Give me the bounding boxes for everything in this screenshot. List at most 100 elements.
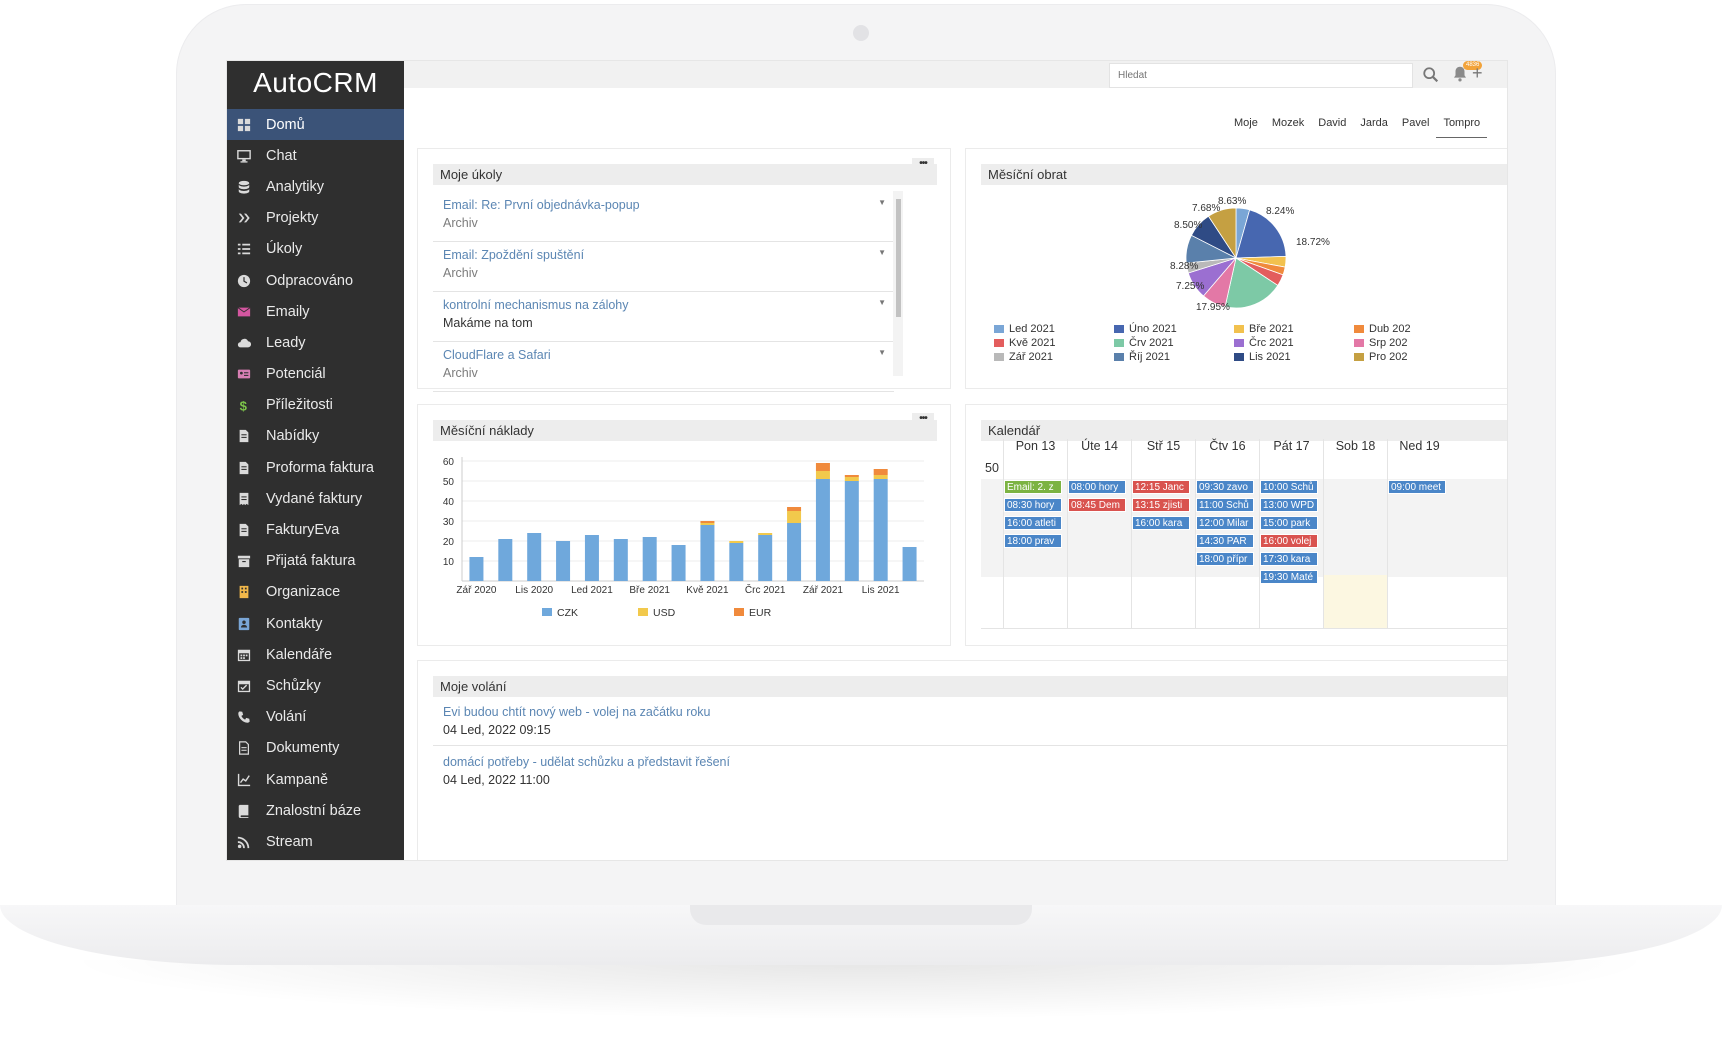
legend-item[interactable]: Pro 202	[1354, 351, 1408, 363]
bar-usd[interactable]	[787, 511, 802, 523]
bar-czk[interactable]	[729, 543, 744, 581]
user-tab[interactable]: Moje	[1227, 115, 1265, 138]
calendar-event[interactable]: 08:00 hory	[1068, 480, 1126, 494]
bar-eur[interactable]	[873, 469, 888, 475]
calendar-event[interactable]: 16:00 volej	[1260, 534, 1318, 548]
calendar-event[interactable]: 16:00 atleti	[1004, 516, 1062, 530]
calendar-event[interactable]: 17:30 kara	[1260, 552, 1318, 566]
calendar-day-column[interactable]	[1323, 458, 1388, 629]
sidebar-item[interactable]: Organizace	[227, 577, 404, 608]
calendar-day-header[interactable]: Čtv 16	[1195, 439, 1259, 458]
calendar-event[interactable]: 08:30 hory	[1004, 498, 1062, 512]
task-item[interactable]: Email: Re: První objednávka-popup Archiv ▼	[433, 192, 894, 242]
bar-eur[interactable]	[844, 475, 859, 477]
calendar-event[interactable]: 14:30 PAR	[1196, 534, 1254, 548]
sidebar-item[interactable]: FakturyEva	[227, 514, 404, 545]
task-title[interactable]: Email: Re: První objednávka-popup	[443, 198, 640, 212]
sidebar-item[interactable]: Emaily	[227, 296, 404, 327]
bar-czk[interactable]	[844, 481, 859, 581]
sidebar-item[interactable]: Úkoly	[227, 234, 404, 265]
task-dropdown-icon[interactable]: ▼	[878, 298, 886, 307]
task-dropdown-icon[interactable]: ▼	[878, 348, 886, 357]
sidebar-item[interactable]: Kalendáře	[227, 639, 404, 670]
bar-czk[interactable]	[700, 525, 715, 581]
calendar-event[interactable]: 12:00 Milar	[1196, 516, 1254, 530]
sidebar-item[interactable]: Analytiky	[227, 171, 404, 202]
legend-label[interactable]: CZK	[557, 607, 578, 619]
calendar-event[interactable]: 18:00 přípr	[1196, 552, 1254, 566]
bar-czk[interactable]	[642, 537, 657, 581]
legend-label[interactable]: EUR	[749, 607, 772, 619]
sidebar-item[interactable]: Chat	[227, 140, 404, 171]
task-title[interactable]: kontrolní mechanismus na zálohy	[443, 298, 629, 312]
task-scrollbar[interactable]	[893, 191, 903, 376]
sidebar-item[interactable]: Kontakty	[227, 608, 404, 639]
legend-item[interactable]: Úno 2021	[1114, 323, 1177, 335]
costs-menu-button[interactable]: •••	[912, 413, 934, 433]
task-item[interactable]: CloudFlare a Safari Archiv ▼	[433, 342, 894, 392]
calendar-event[interactable]: 16:00 kara	[1132, 516, 1190, 530]
task-dropdown-icon[interactable]: ▼	[878, 198, 886, 207]
sidebar-item[interactable]: Projekty	[227, 203, 404, 234]
bar-usd[interactable]	[873, 475, 888, 479]
sidebar-item[interactable]: Proforma faktura	[227, 452, 404, 483]
tasks-menu-button[interactable]: •••	[912, 158, 934, 178]
sidebar-item[interactable]: Odpracováno	[227, 265, 404, 296]
calendar-event[interactable]: 19:30 Maté	[1260, 570, 1318, 584]
bar-czk[interactable]	[787, 523, 802, 581]
task-item[interactable]: kontrolní mechanismus na zálohy Makáme na…	[433, 292, 894, 342]
sidebar-item[interactable]: Dokumenty	[227, 733, 404, 764]
bar-usd[interactable]	[758, 533, 773, 535]
sidebar-item[interactable]: Potenciál	[227, 359, 404, 390]
sidebar-item[interactable]: Domů	[227, 109, 404, 141]
bar-czk[interactable]	[469, 557, 484, 581]
legend-item[interactable]: Zář 2021	[994, 351, 1053, 363]
calendar-day-header[interactable]: Ned 19	[1387, 439, 1451, 458]
legend-item[interactable]: Dub 202	[1354, 323, 1411, 335]
calendar-day-header[interactable]: Pon 13	[1003, 439, 1067, 458]
sidebar-item[interactable]: $ Příležitosti	[227, 390, 404, 421]
sidebar-item[interactable]: Kampaně	[227, 764, 404, 795]
calendar-day-header[interactable]: Úte 14	[1067, 439, 1131, 458]
bar-czk[interactable]	[873, 479, 888, 581]
calendar-event[interactable]: 09:30 zavo	[1196, 480, 1254, 494]
task-title[interactable]: Email: Zpoždění spuštění	[443, 248, 584, 262]
calendar-event[interactable]: 13:00 WPD	[1260, 498, 1318, 512]
calendar-day-header[interactable]: Pát 17	[1259, 439, 1323, 458]
calendar-event[interactable]: 09:00 meet	[1388, 480, 1446, 494]
sidebar-item[interactable]: Leady	[227, 327, 404, 358]
app-logo[interactable]: AutoCRM	[227, 61, 404, 109]
bar-czk[interactable]	[613, 539, 628, 581]
call-title[interactable]: Evi budou chtít nový web - volej na začá…	[443, 705, 711, 719]
search-input[interactable]	[1109, 63, 1413, 88]
calendar-event[interactable]: 15:00 park	[1260, 516, 1318, 530]
calendar-event[interactable]: 11:00 Schů	[1196, 498, 1254, 512]
bar-usd[interactable]	[729, 541, 744, 543]
bar-eur[interactable]	[700, 521, 715, 523]
bar-eur[interactable]	[787, 507, 802, 511]
legend-item[interactable]: Srp 202	[1354, 337, 1408, 349]
legend-item[interactable]: Črv 2021	[1114, 337, 1174, 349]
bar-czk[interactable]	[556, 541, 571, 581]
bar-usd[interactable]	[815, 471, 830, 479]
user-tab[interactable]: Tompro	[1436, 115, 1488, 138]
calendar-event[interactable]: 13:15 zjisti	[1132, 498, 1190, 512]
calendar-day-header[interactable]: Stř 15	[1131, 439, 1195, 458]
calendar-event[interactable]: 12:15 Janc	[1132, 480, 1190, 494]
legend-item[interactable]: Lis 2021	[1234, 351, 1291, 363]
legend-label[interactable]: USD	[653, 607, 676, 619]
bar-czk[interactable]	[815, 479, 830, 581]
bar-czk[interactable]	[527, 533, 542, 581]
task-scroll-thumb[interactable]	[896, 199, 901, 317]
legend-item[interactable]: Kvě 2021	[994, 337, 1055, 349]
sidebar-item[interactable]: Vydané faktury	[227, 483, 404, 514]
bar-usd[interactable]	[700, 523, 715, 525]
legend-item[interactable]: Říj 2021	[1114, 351, 1170, 363]
sidebar-item[interactable]: Znalostní báze	[227, 795, 404, 826]
bar-eur[interactable]	[815, 463, 830, 471]
bar-czk[interactable]	[498, 539, 513, 581]
bar-czk[interactable]	[671, 545, 686, 581]
calendar-event[interactable]: 10:00 Schů	[1260, 480, 1318, 494]
bar-czk[interactable]	[758, 535, 773, 581]
bar-czk[interactable]	[584, 535, 599, 581]
